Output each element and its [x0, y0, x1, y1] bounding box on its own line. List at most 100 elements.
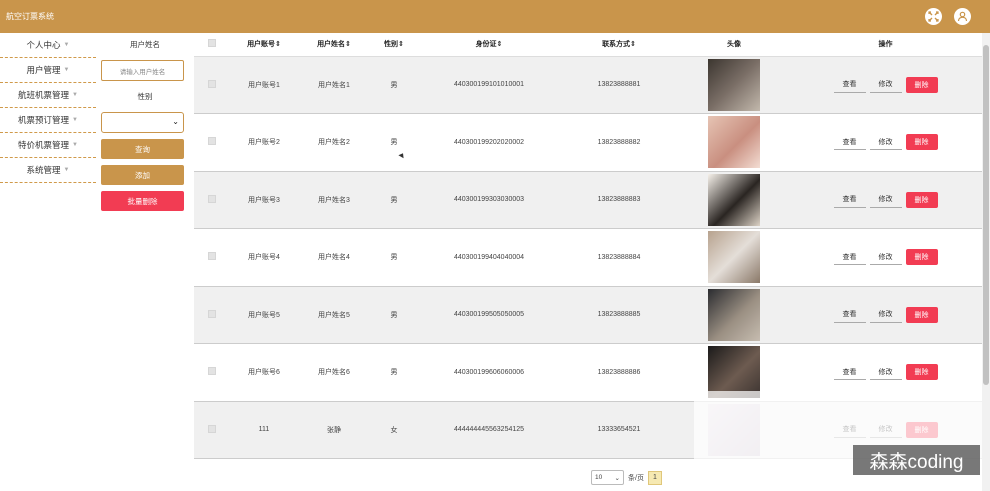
table-row: 用户账号1 用户姓名1 男 440300199101010001 1382388…: [194, 56, 982, 114]
cell-id-card: 440300199202020002: [419, 113, 559, 172]
cell-name: 用户姓名5: [299, 286, 369, 344]
sidebar-item-label: 系统管理: [26, 165, 61, 175]
view-button[interactable]: 查看: [833, 364, 866, 381]
edit-button[interactable]: 修改: [869, 364, 902, 381]
sidebar-item-label: 机票预订管理: [18, 115, 70, 125]
sidebar-item-flight-tickets[interactable]: 航班机票管理 ▼: [0, 83, 96, 108]
delete-button[interactable]: 删除: [905, 76, 938, 93]
chevron-down-icon: ▼: [72, 117, 78, 123]
page-size-select[interactable]: 10 ⌄: [591, 470, 624, 485]
cell-name: 用户姓名1: [299, 56, 369, 114]
cell-phone: 13333654521: [559, 401, 679, 459]
cell-id-card: 440300199101010001: [419, 56, 559, 114]
edit-button[interactable]: 修改: [869, 192, 902, 208]
filter-panel: 用户姓名 请输入用户姓名 性别 ⌄ 查询 添加 批量删除: [96, 33, 194, 211]
page-number-current[interactable]: 1: [647, 470, 662, 485]
row-checkbox[interactable]: [194, 56, 229, 114]
view-button[interactable]: 查看: [833, 307, 866, 323]
cell-id-card: 440300199505050005: [419, 286, 559, 344]
cell-account: 用户账号4: [229, 228, 299, 287]
view-button[interactable]: 查看: [833, 134, 866, 151]
edit-button[interactable]: 修改: [869, 134, 902, 151]
vertical-scrollbar[interactable]: [982, 33, 990, 491]
cell-phone: 13823888886: [559, 343, 679, 402]
row-checkbox[interactable]: [194, 343, 229, 402]
delete-button[interactable]: 删除: [905, 364, 938, 381]
cell-phone: 13823888883: [559, 171, 679, 229]
cell-name: 用户姓名6: [299, 343, 369, 402]
table-header-row: 用户账号⇕ 用户姓名⇕ 性别⇕ 身份证⇕ 联系方式⇕ 头像 操作: [194, 33, 982, 57]
cell-name: 用户姓名2: [299, 113, 369, 172]
sidebar-item-personal-center[interactable]: 个人中心 ▼: [0, 33, 96, 58]
cell-name: 张静: [299, 401, 369, 459]
top-bar: 航空订票系统: [0, 0, 990, 33]
view-button[interactable]: 查看: [833, 249, 866, 266]
cell-phone: 13823888885: [559, 286, 679, 344]
sort-icon: ⇕: [398, 41, 404, 49]
sidebar-item-user-management[interactable]: 用户管理 ▼: [0, 58, 96, 83]
sort-icon: ⇕: [275, 41, 281, 49]
cell-gender: 男: [369, 343, 419, 402]
username-label: 用户姓名: [130, 40, 160, 49]
username-search-input[interactable]: 请输入用户姓名: [101, 60, 184, 81]
header-gender[interactable]: 性别⇕: [369, 33, 419, 57]
add-button[interactable]: 添加: [101, 165, 184, 185]
sidebar-item-system-management[interactable]: 系统管理 ▼: [0, 158, 96, 183]
row-checkbox[interactable]: [194, 113, 229, 172]
header-id-card[interactable]: 身份证⇕: [419, 33, 559, 57]
delete-button[interactable]: 删除: [905, 134, 938, 151]
cell-id-card: 440300199606060006: [419, 343, 559, 402]
view-button[interactable]: 查看: [833, 192, 866, 208]
row-checkbox[interactable]: [194, 171, 229, 229]
cell-id-card: 440300199404040004: [419, 228, 559, 287]
chevron-down-icon: ⌄: [172, 117, 179, 126]
page-size-value: 10: [595, 474, 603, 481]
sort-icon: ⇕: [496, 41, 503, 49]
header-actions: 操作: [789, 33, 982, 57]
cell-gender: 男: [369, 286, 419, 344]
sidebar: 个人中心 ▼ 用户管理 ▼ 航班机票管理 ▼ 机票预订管理 ▼ 特价机票管理 ▼ 系统管理…: [0, 33, 96, 183]
edit-button[interactable]: 修改: [869, 307, 902, 323]
scrollbar-thumb[interactable]: [983, 45, 989, 385]
table-row: 用户账号4 用户姓名4 男 440300199404040004 1382388…: [194, 228, 982, 287]
table-row: 用户账号3 用户姓名3 男 440300199303030003 1382388…: [194, 171, 982, 229]
cell-phone: 13823888882: [559, 113, 679, 172]
gender-select[interactable]: ⌄: [101, 112, 184, 133]
avatar-photo-icon: [708, 173, 760, 226]
sort-icon: ⇕: [630, 41, 636, 49]
header-phone[interactable]: 联系方式⇕: [559, 33, 679, 57]
header-name[interactable]: 用户姓名⇕: [299, 33, 369, 57]
chevron-down-icon: ▼: [63, 167, 70, 173]
delete-button[interactable]: 删除: [905, 306, 938, 323]
cell-account: 用户账号6: [229, 343, 299, 402]
cell-gender: 男: [369, 56, 419, 114]
avatar-photo-icon: [708, 116, 760, 169]
cell-phone: 13823888884: [559, 228, 679, 287]
cell-account: 用户账号1: [229, 56, 299, 114]
select-all-checkbox[interactable]: [194, 33, 229, 57]
avatar-photo-icon: [708, 231, 760, 284]
query-button[interactable]: 查询: [101, 139, 184, 159]
batch-delete-button[interactable]: 批量删除: [101, 191, 184, 211]
cell-account: 用户账号5: [229, 286, 299, 344]
row-checkbox[interactable]: [194, 401, 229, 459]
delete-button[interactable]: 删除: [905, 191, 938, 208]
sidebar-item-ticket-booking[interactable]: 机票预订管理 ▼: [0, 108, 96, 133]
cell-id-card: 440300199303030003: [419, 171, 559, 229]
view-button[interactable]: 查看: [833, 77, 866, 93]
edit-button[interactable]: 修改: [869, 77, 902, 93]
header-account[interactable]: 用户账号⇕: [229, 33, 299, 57]
cell-account: 用户账号3: [229, 171, 299, 229]
fullscreen-icon[interactable]: [925, 8, 942, 25]
row-checkbox[interactable]: [194, 286, 229, 344]
cell-gender: 女: [369, 401, 419, 459]
user-icon[interactable]: [954, 8, 971, 25]
delete-button[interactable]: 删除: [905, 249, 938, 266]
avatar-photo-icon: [708, 58, 760, 111]
row-checkbox[interactable]: [194, 228, 229, 287]
cell-account: 111: [229, 401, 299, 459]
sidebar-item-special-tickets[interactable]: 特价机票管理 ▼: [0, 133, 96, 158]
chevron-down-icon: ⌄: [614, 474, 620, 482]
edit-button[interactable]: 修改: [869, 249, 902, 266]
avatar-photo-icon: [708, 288, 760, 341]
